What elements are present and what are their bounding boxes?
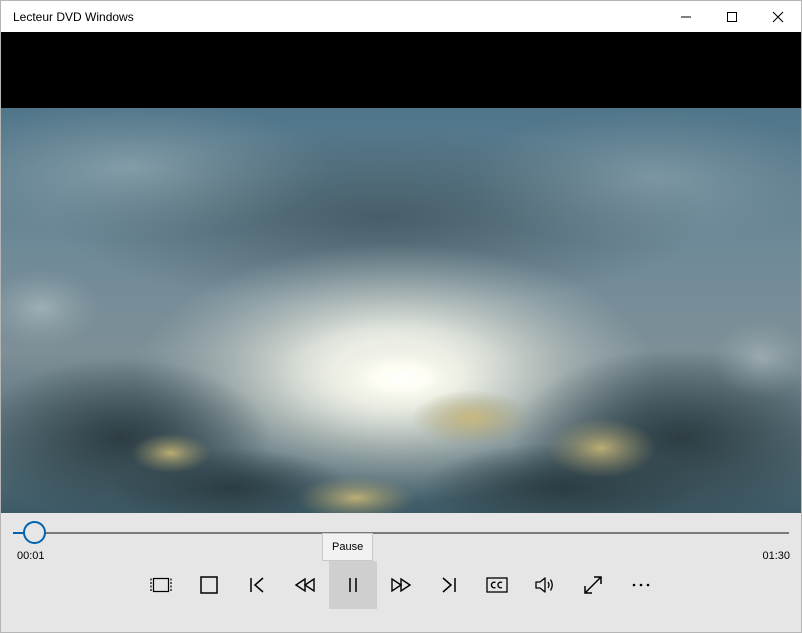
video-area[interactable] xyxy=(1,32,801,513)
rewind-icon xyxy=(294,577,315,593)
fullscreen-button[interactable] xyxy=(569,561,617,609)
pause-button[interactable] xyxy=(329,561,377,609)
next-chapter-button[interactable] xyxy=(425,561,473,609)
video-picture xyxy=(1,108,801,513)
skip-next-icon xyxy=(442,577,456,593)
aspect-ratio-button[interactable] xyxy=(137,561,185,609)
maximize-icon xyxy=(727,11,737,22)
close-button[interactable] xyxy=(755,1,801,32)
current-time: 00:01 xyxy=(17,550,45,562)
close-icon xyxy=(772,11,784,22)
more-options-button[interactable] xyxy=(617,561,665,609)
transport-controls: 00:01 01:30 Pause xyxy=(1,513,801,632)
fast-forward-icon xyxy=(391,577,412,593)
total-time: 01:30 xyxy=(762,550,790,562)
window-title: Lecteur DVD Windows xyxy=(13,10,134,24)
aspect-ratio-icon xyxy=(150,577,172,593)
more-icon xyxy=(632,583,650,587)
fullscreen-icon xyxy=(584,576,602,594)
closed-captions-icon xyxy=(486,577,508,593)
seek-bar-track[interactable] xyxy=(33,532,789,534)
fast-forward-button[interactable] xyxy=(377,561,425,609)
subtitles-button[interactable] xyxy=(473,561,521,609)
pause-tooltip: Pause xyxy=(322,533,374,561)
volume-button[interactable] xyxy=(521,561,569,609)
app-window: Lecteur DVD Windows 00:01 01:30 Pause xyxy=(0,0,802,633)
skip-previous-icon xyxy=(250,577,264,593)
minimize-icon xyxy=(681,16,691,17)
title-bar: Lecteur DVD Windows xyxy=(1,1,801,32)
rewind-button[interactable] xyxy=(281,561,329,609)
minimize-button[interactable] xyxy=(663,1,709,32)
pause-icon xyxy=(349,578,357,592)
previous-chapter-button[interactable] xyxy=(233,561,281,609)
maximize-button[interactable] xyxy=(709,1,755,32)
volume-icon xyxy=(535,577,553,593)
stop-icon xyxy=(200,576,218,594)
video-frame[interactable] xyxy=(1,108,801,513)
seek-bar-thumb[interactable] xyxy=(23,521,46,544)
stop-button[interactable] xyxy=(185,561,233,609)
